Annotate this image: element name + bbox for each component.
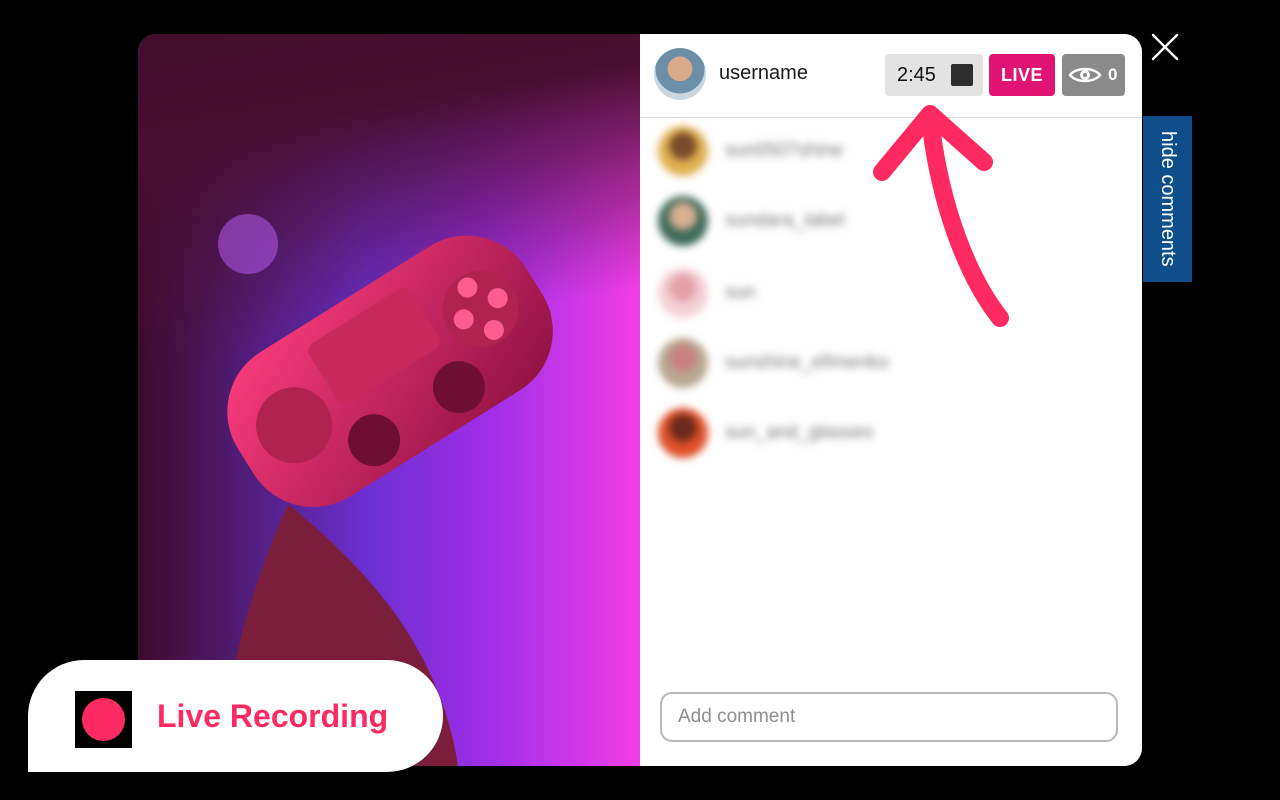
username-label[interactable]: username [719,62,808,85]
avatar[interactable] [654,48,706,100]
viewer-count-badge: 0 [1062,54,1125,96]
comment-username: sun0507shine [725,140,844,161]
close-icon[interactable] [1150,32,1180,62]
avatar [658,338,708,388]
comment-username: sunshine_efimenko [725,352,889,373]
comment-input[interactable] [660,692,1118,742]
app-stage: username 2:45 LIVE 0 sun0507shine sundar… [0,0,1280,800]
record-icon [75,691,132,748]
avatar [658,126,708,176]
stop-icon[interactable] [951,64,973,86]
avatar [658,268,708,318]
list-item[interactable]: sunshine_efimenko [654,338,1114,390]
record-dot [82,698,125,741]
comment-username: sun_and_glasses [725,422,873,443]
video-feed[interactable] [138,34,640,766]
hide-comments-button[interactable]: hide comments [1143,116,1192,282]
comment-username: sundara_label [725,210,845,231]
arrow-annotation-icon [873,105,1009,327]
viewer-count: 0 [1108,65,1118,84]
gamepad-image [218,214,553,766]
comment-username: sun [725,282,756,303]
avatar [658,408,708,458]
list-item[interactable]: sun_and_glasses [654,408,1114,460]
eye-icon [1068,67,1102,83]
live-recording-indicator: Live Recording [28,660,443,772]
timer-text: 2:45 [897,63,936,86]
avatar [658,196,708,246]
live-recording-label: Live Recording [157,698,389,734]
